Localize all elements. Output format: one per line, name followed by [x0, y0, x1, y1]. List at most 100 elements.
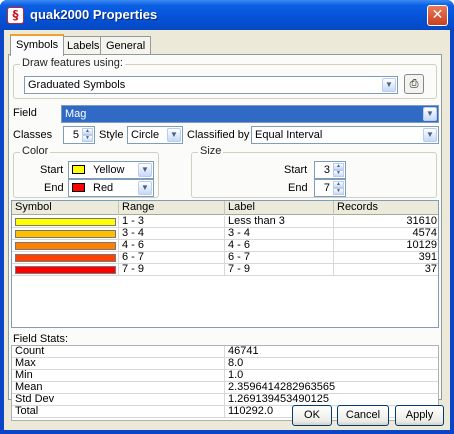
spin-up-icon[interactable]: ▲: [82, 128, 93, 135]
stat-name-cell: Mean: [12, 382, 225, 394]
chevron-down-icon: ▼: [382, 78, 396, 92]
spin-buttons: ▲ ▼: [333, 163, 344, 177]
classified-by-label: Classified by: [187, 129, 250, 141]
range-cell: 3 - 4: [119, 228, 225, 240]
spin-up-icon[interactable]: ▲: [333, 163, 344, 170]
table-row[interactable]: 6 - 76 - 7 391: [12, 252, 438, 264]
range-cell: 6 - 7: [119, 252, 225, 264]
records-cell: 31610: [406, 216, 437, 227]
symbol-cell: [12, 240, 119, 252]
color-start-label: Start: [40, 164, 64, 176]
field-value: Mag: [65, 108, 87, 120]
color-group: Color Start Yellow ▼ End Red ▼: [13, 145, 159, 198]
column-header-label[interactable]: Label: [225, 201, 334, 215]
classified-by-value: Equal Interval: [255, 129, 323, 141]
label-cell: 3 - 4: [225, 228, 334, 240]
draw-features-select[interactable]: Graduated Symbols ▼: [24, 76, 398, 94]
symbols-panel: Draw features using: Graduated Symbols ▼…: [8, 54, 442, 421]
chevron-down-icon: ▼: [138, 181, 152, 195]
dialog-body: Symbols Labels General Draw features usi…: [4, 30, 450, 430]
stat-name-cell: Std Dev: [12, 394, 225, 406]
spin-down-icon[interactable]: ▼: [333, 170, 344, 177]
color-swatch: [72, 183, 85, 192]
symbol-swatch: [15, 230, 116, 238]
field-select[interactable]: Mag ▼: [61, 105, 439, 123]
size-end-label: End: [288, 182, 308, 194]
spin-up-icon[interactable]: ▲: [333, 181, 344, 188]
size-end-spinner[interactable]: 7 ▲ ▼: [314, 179, 346, 197]
color-end-select[interactable]: Red ▼: [68, 179, 154, 197]
classified-by-select[interactable]: Equal Interval ▼: [251, 126, 439, 144]
column-header-range[interactable]: Range: [119, 201, 225, 215]
stat-row[interactable]: Mean 2.3596414282963565: [12, 382, 438, 394]
stat-row[interactable]: Max 8.0: [12, 358, 438, 370]
spin-down-icon[interactable]: ▼: [82, 135, 93, 142]
size-start-spinner[interactable]: 3 ▲ ▼: [314, 161, 346, 179]
stat-value-cell: 1.0: [228, 370, 244, 381]
symbol-swatch: [15, 266, 116, 274]
size-group-label: Size: [198, 145, 224, 157]
draw-features-value: Graduated Symbols: [28, 79, 126, 91]
color-start-select[interactable]: Yellow ▼: [68, 161, 154, 179]
tab-symbols[interactable]: Symbols: [10, 34, 65, 56]
field-stats-title: Field Stats:: [13, 333, 69, 345]
table-header: Symbol Range Label Records: [12, 201, 438, 215]
ok-button[interactable]: OK: [292, 405, 332, 426]
tab-label: Symbols: [16, 39, 59, 51]
column-header-records[interactable]: Records: [334, 201, 440, 215]
table-row[interactable]: 3 - 43 - 4 4574: [12, 228, 438, 240]
label-cell: Less than 3: [225, 216, 334, 228]
style-select[interactable]: Circle ▼: [127, 126, 183, 144]
classes-table[interactable]: Symbol Range Label Records 1 - 3 Less tha…: [11, 200, 439, 328]
range-cell: 1 - 3: [119, 216, 225, 228]
range-cell: 7 - 9: [119, 264, 225, 276]
symbol-cell: [12, 228, 119, 240]
cancel-button[interactable]: Cancel: [337, 405, 389, 426]
table-row[interactable]: 4 - 64 - 6 10129: [12, 240, 438, 252]
chevron-down-icon: ▼: [167, 128, 181, 142]
size-start-label: Start: [284, 164, 308, 176]
field-label: Field: [13, 107, 37, 119]
style-value: Circle: [131, 129, 160, 141]
apply-button[interactable]: Apply: [395, 405, 444, 426]
size-start-value: 3: [323, 164, 330, 176]
symbol-cell: [12, 216, 119, 228]
stat-name-cell: Min: [12, 370, 225, 382]
column-header-symbol[interactable]: Symbol: [12, 201, 119, 215]
color-start-value: Yellow: [93, 164, 125, 176]
title-bar[interactable]: § quak2000 Properties ✕: [0, 0, 454, 30]
size-group: Size Start 3 ▲ ▼ End 7 ▲ ▼: [191, 145, 437, 198]
properties-window: § quak2000 Properties ✕ Symbols Labels G…: [0, 0, 454, 434]
color-group-label: Color: [20, 145, 51, 157]
table-row[interactable]: 1 - 3 Less than 3 31610: [12, 216, 438, 228]
close-button[interactable]: ✕: [427, 5, 448, 26]
tab-label: Labels: [67, 40, 100, 52]
draw-features-group: Draw features using: Graduated Symbols ▼…: [13, 57, 437, 99]
spin-down-icon[interactable]: ▼: [333, 188, 344, 195]
chevron-down-icon: ▼: [423, 128, 437, 142]
symbol-picker-button[interactable]: ⎙: [404, 74, 424, 94]
window-title: quak2000 Properties: [30, 7, 158, 22]
table-row[interactable]: 7 - 97 - 9 37: [12, 264, 438, 276]
color-end-label: End: [44, 182, 64, 194]
chevron-down-icon: ▼: [423, 107, 437, 121]
label-cell: 4 - 6: [225, 240, 334, 252]
stat-name-cell: Max: [12, 358, 225, 370]
stat-value-cell: 46741: [228, 346, 259, 357]
stat-name-cell: Total: [12, 406, 225, 418]
color-swatch: [72, 165, 85, 174]
color-end-value: Red: [93, 182, 114, 194]
spin-buttons: ▲ ▼: [333, 181, 344, 195]
tab-labels[interactable]: Labels: [61, 36, 106, 55]
stat-row[interactable]: Count 46741: [12, 346, 438, 358]
label-cell: 7 - 9: [225, 264, 334, 276]
close-icon: ✕: [431, 7, 444, 23]
classes-spinner[interactable]: 5 ▲ ▼: [63, 126, 95, 144]
tab-general[interactable]: General: [100, 36, 152, 55]
chevron-down-icon: ▼: [138, 163, 152, 177]
symbol-cell: [12, 264, 119, 276]
stat-value-cell: 2.3596414282963565: [228, 382, 336, 393]
stat-name-cell: Count: [12, 346, 225, 358]
stat-row[interactable]: Min 1.0: [12, 370, 438, 382]
records-cell: 4574: [412, 228, 437, 239]
